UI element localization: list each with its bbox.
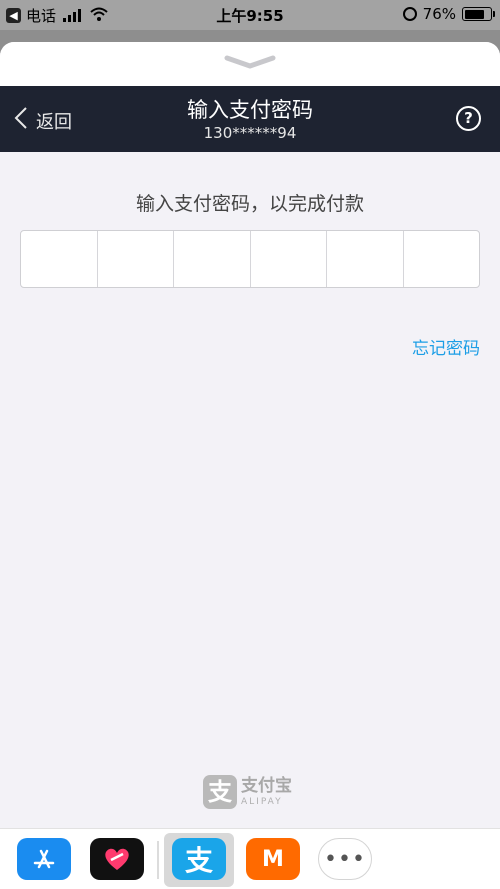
app-store-icon[interactable] [17, 838, 71, 880]
page-title: 输入支付密码 [187, 98, 313, 122]
app-switcher-dock: 支 M ••• [0, 828, 500, 889]
more-apps-icon[interactable]: ••• [318, 838, 372, 880]
status-right: 76% [402, 5, 495, 23]
pin-digit-cell[interactable] [98, 231, 174, 287]
alipay-app-icon[interactable]: 支 [172, 838, 226, 880]
status-bar: ◀ 电话 上午9:55 76% [0, 0, 500, 30]
pin-input[interactable] [20, 230, 480, 288]
pin-digit-cell[interactable] [404, 231, 480, 287]
battery-icon [462, 7, 495, 21]
brand-subtitle: ALIPAY [241, 797, 283, 807]
pin-digit-cell[interactable] [251, 231, 327, 287]
brand-name: 支付宝 [241, 776, 292, 796]
forgot-password-link[interactable]: 忘记密码 [412, 334, 480, 359]
masked-phone-number: 130******94 [203, 124, 297, 142]
pin-digit-cell[interactable] [174, 231, 251, 287]
heart-app-icon[interactable] [90, 838, 144, 880]
dock-divider [157, 841, 159, 879]
alipay-logo-icon: 支 [203, 775, 237, 809]
nav-bar: 返回 输入支付密码 130******94 ? [0, 86, 500, 152]
pin-prompt: 输入支付密码，以完成付款 [135, 193, 364, 215]
mango-tv-app-icon[interactable]: M [246, 838, 300, 880]
battery-percent: 76% [422, 5, 456, 23]
alipay-brand: 支 支付宝 ALIPAY [203, 775, 292, 809]
rotation-lock-icon [402, 7, 417, 21]
pin-digit-cell[interactable] [327, 231, 404, 287]
battery-fill [464, 9, 484, 19]
sheet-handle-area [0, 42, 500, 86]
payment-sheet: 返回 输入支付密码 130******94 ? 输入支付密码，以完成付款 忘记密… [0, 42, 500, 889]
help-icon[interactable]: ? [456, 106, 481, 131]
pin-digit-cell[interactable] [21, 231, 98, 287]
collapse-chevron-icon[interactable] [224, 54, 276, 74]
brand-text: 支付宝 ALIPAY [241, 776, 292, 808]
